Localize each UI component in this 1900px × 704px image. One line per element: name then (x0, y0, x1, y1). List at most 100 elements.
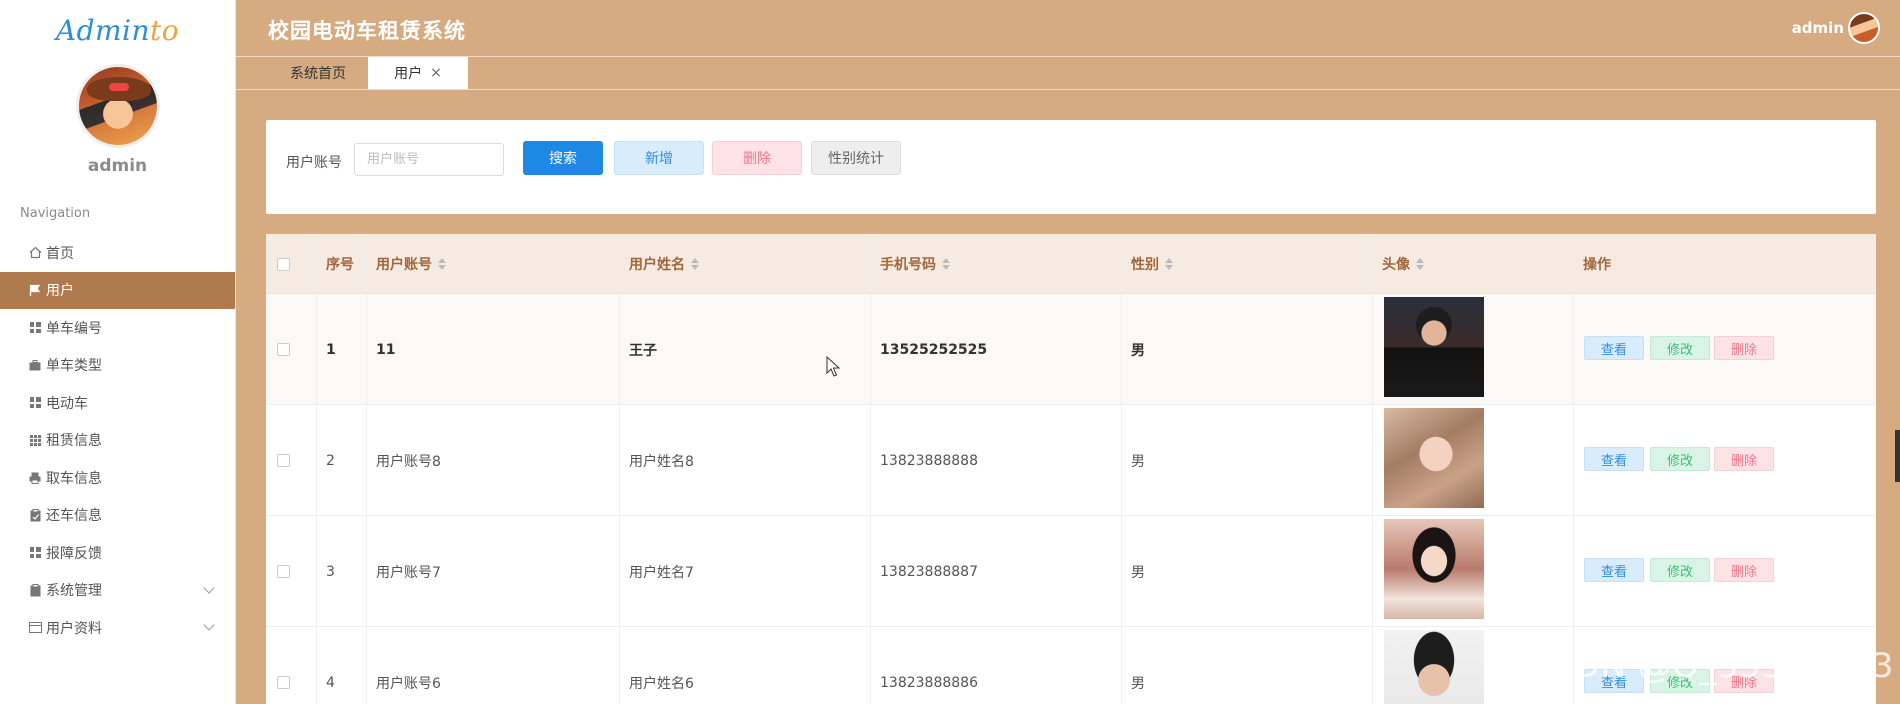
nav-item-label: 系统管理 (46, 583, 102, 600)
view-button[interactable]: 查看 (1584, 558, 1644, 582)
header-avatar[interactable]: 头像 (1372, 234, 1572, 294)
row-checkbox[interactable] (277, 454, 290, 467)
sort-icon[interactable] (438, 258, 446, 270)
clipboard-icon (28, 583, 42, 597)
sort-icon[interactable] (942, 258, 950, 270)
mouse-cursor-icon (826, 356, 841, 377)
cell-gender: 男 (1131, 453, 1145, 470)
search-label: 用户账号 (286, 155, 342, 171)
flag-icon (28, 283, 42, 297)
sort-icon[interactable] (1416, 258, 1424, 270)
column-divider (1573, 234, 1574, 704)
row-delete-button[interactable]: 删除 (1714, 558, 1774, 582)
nav-item-label: 用户 (46, 283, 74, 300)
clipboard-icon (28, 508, 42, 522)
header-account[interactable]: 用户账号 (366, 234, 618, 294)
chevron-down-icon[interactable] (203, 619, 215, 631)
top-header: 校园电动车租赁系统 admin (236, 0, 1900, 56)
tab-user[interactable]: 用户 × (368, 57, 468, 89)
nav-item-user[interactable]: 用户 (0, 271, 235, 309)
cell-name: 用户姓名6 (629, 675, 694, 692)
user-avatar-image[interactable] (1384, 297, 1484, 397)
select-all-cell (266, 234, 316, 294)
cell-phone: 13823888888 (880, 452, 978, 469)
select-all-checkbox[interactable] (277, 257, 290, 271)
tab-home[interactable]: 系统首页 (268, 57, 368, 89)
user-avatar-image[interactable] (1384, 519, 1484, 619)
table-row: 2 用户账号8 用户姓名8 13823888888 男 查看 修改 删除 (266, 405, 1876, 516)
cell-account: 用户账号8 (376, 453, 441, 470)
nav-item-system-management[interactable]: 系统管理 (0, 572, 235, 610)
add-button[interactable]: 新增 (614, 141, 704, 175)
user-avatar-image[interactable] (1384, 408, 1484, 508)
gender-stats-button[interactable]: 性别统计 (811, 141, 901, 175)
header-phone[interactable]: 手机号码 (870, 234, 1120, 294)
cell-name: 王子 (629, 342, 657, 359)
cell-gender: 男 (1131, 564, 1145, 581)
sidebar-username: admin (87, 156, 148, 176)
sort-icon[interactable] (691, 258, 699, 270)
edit-button[interactable]: 修改 (1650, 336, 1710, 360)
home-icon (28, 246, 42, 260)
nav-item-pickup-info[interactable]: 取车信息 (0, 459, 235, 497)
grid-icon (28, 396, 42, 410)
user-avatar-image[interactable] (1384, 630, 1484, 704)
header-username[interactable]: admin (1792, 19, 1844, 37)
cell-name: 用户姓名7 (629, 564, 694, 581)
table-row: 1 11 王子 13525252525 男 查看 修改 删除 (266, 294, 1876, 405)
header-name[interactable]: 用户姓名 (619, 234, 869, 294)
close-icon[interactable]: × (430, 65, 442, 81)
row-delete-button[interactable]: 删除 (1714, 447, 1774, 471)
nav-item-rental-info[interactable]: 租赁信息 (0, 422, 235, 460)
user-table: 序号 用户账号 用户姓名 手机号码 性别 头像 操作 1 11 王子 13525… (266, 234, 1876, 704)
cell-phone: 13525252525 (880, 341, 988, 358)
page-title: 校园电动车租赁系统 (268, 19, 466, 43)
column-divider (1121, 234, 1122, 704)
row-checkbox[interactable] (277, 343, 290, 356)
header-avatar[interactable] (1848, 12, 1880, 44)
cell-index: 3 (326, 563, 335, 580)
briefcase-icon (28, 358, 42, 372)
cell-index: 2 (326, 452, 335, 469)
nav-item-label: 首页 (46, 245, 74, 262)
nav-item-ebike[interactable]: 电动车 (0, 384, 235, 422)
printer-icon (28, 471, 42, 485)
column-divider (316, 234, 317, 704)
edit-button[interactable]: 修改 (1650, 558, 1710, 582)
nav-item-fault-report[interactable]: 报障反馈 (0, 534, 235, 572)
nav-item-home[interactable]: 首页 (0, 234, 235, 272)
cell-account: 用户账号6 (376, 675, 441, 692)
nav-item-user-profile[interactable]: 用户资料 (0, 609, 235, 647)
watermark: CSDN @Q_55318293 (1527, 646, 1894, 686)
cell-index: 1 (326, 341, 336, 358)
search-input[interactable]: 用户账号 (354, 143, 504, 176)
row-checkbox[interactable] (277, 676, 290, 689)
sort-icon[interactable] (1165, 258, 1173, 270)
view-button[interactable]: 查看 (1584, 447, 1644, 471)
nav-item-label: 还车信息 (46, 508, 102, 525)
search-button[interactable]: 搜索 (523, 141, 603, 175)
sidebar: Admin to admin Navigation 首页 用户 单车编号 单车类型 (0, 0, 236, 704)
cell-account: 用户账号7 (376, 564, 441, 581)
header-gender[interactable]: 性别 (1121, 234, 1371, 294)
nav-title: Navigation (20, 206, 91, 221)
row-checkbox[interactable] (277, 565, 290, 578)
grid-icon (28, 546, 42, 560)
cell-phone: 13823888887 (880, 563, 978, 580)
cell-name: 用户姓名8 (629, 453, 694, 470)
nav-item-label: 用户资料 (46, 620, 102, 637)
row-delete-button[interactable]: 删除 (1714, 336, 1774, 360)
nav-item-label: 取车信息 (46, 470, 102, 487)
nav-item-bike-type[interactable]: 单车类型 (0, 347, 235, 385)
search-panel: 用户账号 用户账号 搜索 新增 删除 性别统计 (266, 120, 1876, 214)
nav-item-bike-number[interactable]: 单车编号 (0, 309, 235, 347)
nav-item-return-info[interactable]: 还车信息 (0, 497, 235, 535)
view-button[interactable]: 查看 (1584, 336, 1644, 360)
edit-button[interactable]: 修改 (1650, 447, 1710, 471)
cell-phone: 13823888886 (880, 674, 978, 691)
delete-button[interactable]: 删除 (712, 141, 802, 175)
card-icon (28, 621, 42, 635)
scrollbar-thumb[interactable] (1895, 430, 1900, 482)
chevron-down-icon[interactable] (203, 581, 215, 594)
sidebar-avatar[interactable] (75, 64, 160, 148)
